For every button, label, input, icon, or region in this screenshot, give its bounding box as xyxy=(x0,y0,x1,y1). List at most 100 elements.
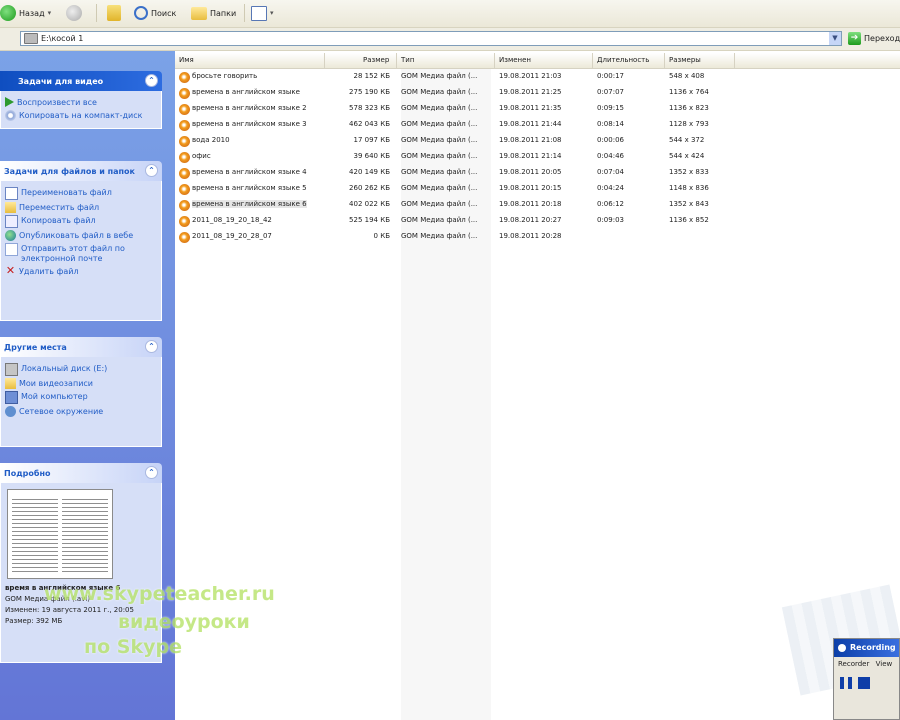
file-row[interactable]: времена в английском языке 275 190 КБ GOM … xyxy=(175,85,900,101)
panel-title: Задачи для файлов и папок xyxy=(4,166,135,176)
file-row[interactable]: времена в английском языке 5 260 262 КБ GO… xyxy=(175,181,900,197)
task-rename[interactable]: Переименовать файл xyxy=(5,187,161,200)
file-name: времена в английском языке 2 xyxy=(192,104,307,112)
file-size: 402 022 КБ xyxy=(349,200,390,208)
collapse-icon[interactable]: ⌃ xyxy=(145,466,158,479)
gom-media-file-icon xyxy=(179,200,190,211)
file-type: GOM Медиа файл (... xyxy=(401,200,478,208)
cd-icon xyxy=(5,110,16,121)
file-duration: 0:04:46 xyxy=(597,152,624,160)
file-dimensions: 544 x 372 xyxy=(669,136,705,144)
back-button[interactable]: Назад ▾ xyxy=(0,3,51,23)
file-duration: 0:00:17 xyxy=(597,72,624,80)
file-row[interactable]: вода 2010 17 097 КБ GOM Медиа файл (... 19.… xyxy=(175,133,900,149)
place-my-videos[interactable]: Мои видеозаписи xyxy=(5,378,161,389)
views-button[interactable]: ▾ xyxy=(251,3,274,23)
file-type: GOM Медиа файл (... xyxy=(401,136,478,144)
column-size[interactable]: Размер xyxy=(325,53,397,68)
file-row[interactable]: 2011_08_19_20_18_42 525 194 КБ GOM Медиа ф… xyxy=(175,213,900,229)
gom-media-file-icon xyxy=(179,120,190,131)
column-duration[interactable]: Длительность xyxy=(593,53,665,68)
place-local-disk[interactable]: Локальный диск (E:) xyxy=(5,363,161,376)
place-network[interactable]: Сетевое окружение xyxy=(5,406,161,417)
file-type: GOM Медиа файл (... xyxy=(401,120,478,128)
watermark-url: www.skypeteacher.ru xyxy=(44,583,275,605)
address-dropdown-icon[interactable]: ▼ xyxy=(829,32,841,45)
file-row[interactable]: времена в английском языке 4 420 149 КБ GO… xyxy=(175,165,900,181)
file-row[interactable]: времена в английском языке 6 402 022 КБ GO… xyxy=(175,197,900,213)
search-button[interactable]: Поиск xyxy=(134,3,176,23)
task-delete[interactable]: ✕ Удалить файл xyxy=(5,265,161,277)
web-icon xyxy=(5,230,16,241)
up-folder-button[interactable] xyxy=(107,3,121,23)
place-my-computer[interactable]: Мой компьютер xyxy=(5,391,161,404)
file-type: GOM Медиа файл (... xyxy=(401,152,478,160)
back-arrow-icon xyxy=(0,5,16,21)
up-folder-icon xyxy=(107,5,121,21)
column-modified[interactable]: Изменен xyxy=(495,53,593,68)
video-tasks-header[interactable]: Задачи для видео ⌃ xyxy=(0,71,162,91)
file-modified: 19.08.2011 21:25 xyxy=(499,88,562,96)
column-dimensions[interactable]: Размеры xyxy=(665,53,735,68)
column-name[interactable]: Имя xyxy=(175,53,325,68)
task-label: Опубликовать файл в вебе xyxy=(19,231,134,240)
back-dropdown-icon[interactable]: ▾ xyxy=(48,9,52,17)
disk-icon xyxy=(5,363,18,376)
file-type: GOM Медиа файл (... xyxy=(401,216,478,224)
video-tasks-panel: Задачи для видео ⌃ Воспроизвести все Коп… xyxy=(0,71,162,129)
file-row[interactable]: 2011_08_19_20_28_07 0 КБ GOM Медиа файл (.… xyxy=(175,229,900,245)
file-tasks-header[interactable]: Задачи для файлов и папок ⌃ xyxy=(0,161,162,181)
folders-button[interactable]: Папки xyxy=(191,3,236,23)
task-label: Сетевое окружение xyxy=(19,407,104,416)
panel-title: Подробно xyxy=(4,468,51,478)
toolbar-separator xyxy=(96,4,97,22)
collapse-icon[interactable]: ⌃ xyxy=(145,74,158,87)
column-header-row: Имя Размер Тип Изменен Длительность Разм… xyxy=(175,53,900,69)
file-duration: 0:00:06 xyxy=(597,136,624,144)
gom-media-file-icon xyxy=(179,72,190,83)
collapse-icon[interactable]: ⌃ xyxy=(145,340,158,353)
file-size: 578 323 КБ xyxy=(349,104,390,112)
watermark-subtitle: видеоуроки xyxy=(118,611,250,633)
task-copy-to-cd[interactable]: Копировать на компакт-диск xyxy=(5,110,161,121)
recording-window[interactable]: Recording Recorder View xyxy=(833,638,900,720)
task-publish-web[interactable]: Опубликовать файл в вебе xyxy=(5,230,161,241)
details-panel: Подробно ⌃ время в английском языке 6 GO… xyxy=(0,463,162,663)
task-move[interactable]: Переместить файл xyxy=(5,202,161,213)
folders-label: Папки xyxy=(210,8,237,18)
menu-recorder[interactable]: Recorder xyxy=(838,660,869,668)
file-size: 462 043 КБ xyxy=(349,120,390,128)
pause-icon[interactable] xyxy=(840,677,852,689)
file-modified: 19.08.2011 21:08 xyxy=(499,136,562,144)
task-copy[interactable]: Копировать файл xyxy=(5,215,161,228)
details-header[interactable]: Подробно ⌃ xyxy=(0,463,162,483)
gom-media-file-icon xyxy=(179,136,190,147)
column-type[interactable]: Тип xyxy=(397,53,495,68)
folder-path-icon xyxy=(24,33,38,44)
file-row[interactable]: офис 39 640 КБ GOM Медиа файл (... 19.08.20… xyxy=(175,149,900,165)
file-row[interactable]: бросьте говорить 28 152 КБ GOM Медиа файл … xyxy=(175,69,900,85)
file-type: GOM Медиа файл (... xyxy=(401,168,478,176)
forward-button[interactable] xyxy=(66,3,82,23)
file-modified: 19.08.2011 20:18 xyxy=(499,200,562,208)
task-play-all[interactable]: Воспроизвести все xyxy=(5,97,161,108)
file-size: 0 КБ xyxy=(373,232,390,240)
address-input[interactable]: E:\косой 1 ▼ xyxy=(20,31,842,46)
collapse-icon[interactable]: ⌃ xyxy=(145,164,158,177)
menu-view[interactable]: View xyxy=(876,660,893,668)
file-duration: 0:04:24 xyxy=(597,184,624,192)
go-button[interactable]: ➔ Переход xyxy=(848,31,900,46)
file-row[interactable]: времена в английском языке 3 462 043 КБ GO… xyxy=(175,117,900,133)
file-type: GOM Медиа файл (... xyxy=(401,88,478,96)
task-email[interactable]: Отправить этот файл по электронной почте xyxy=(5,243,161,264)
file-dimensions: 1136 x 764 xyxy=(669,88,709,96)
other-places-header[interactable]: Другие места ⌃ xyxy=(0,337,162,357)
recording-title[interactable]: Recording xyxy=(834,639,899,657)
forward-arrow-icon xyxy=(66,5,82,21)
file-size: 420 149 КБ xyxy=(349,168,390,176)
file-dimensions: 548 x 408 xyxy=(669,72,705,80)
file-size: 260 262 КБ xyxy=(349,184,390,192)
stop-icon[interactable] xyxy=(858,677,870,689)
file-name: офис xyxy=(192,152,211,160)
file-row[interactable]: времена в английском языке 2 578 323 КБ GO… xyxy=(175,101,900,117)
